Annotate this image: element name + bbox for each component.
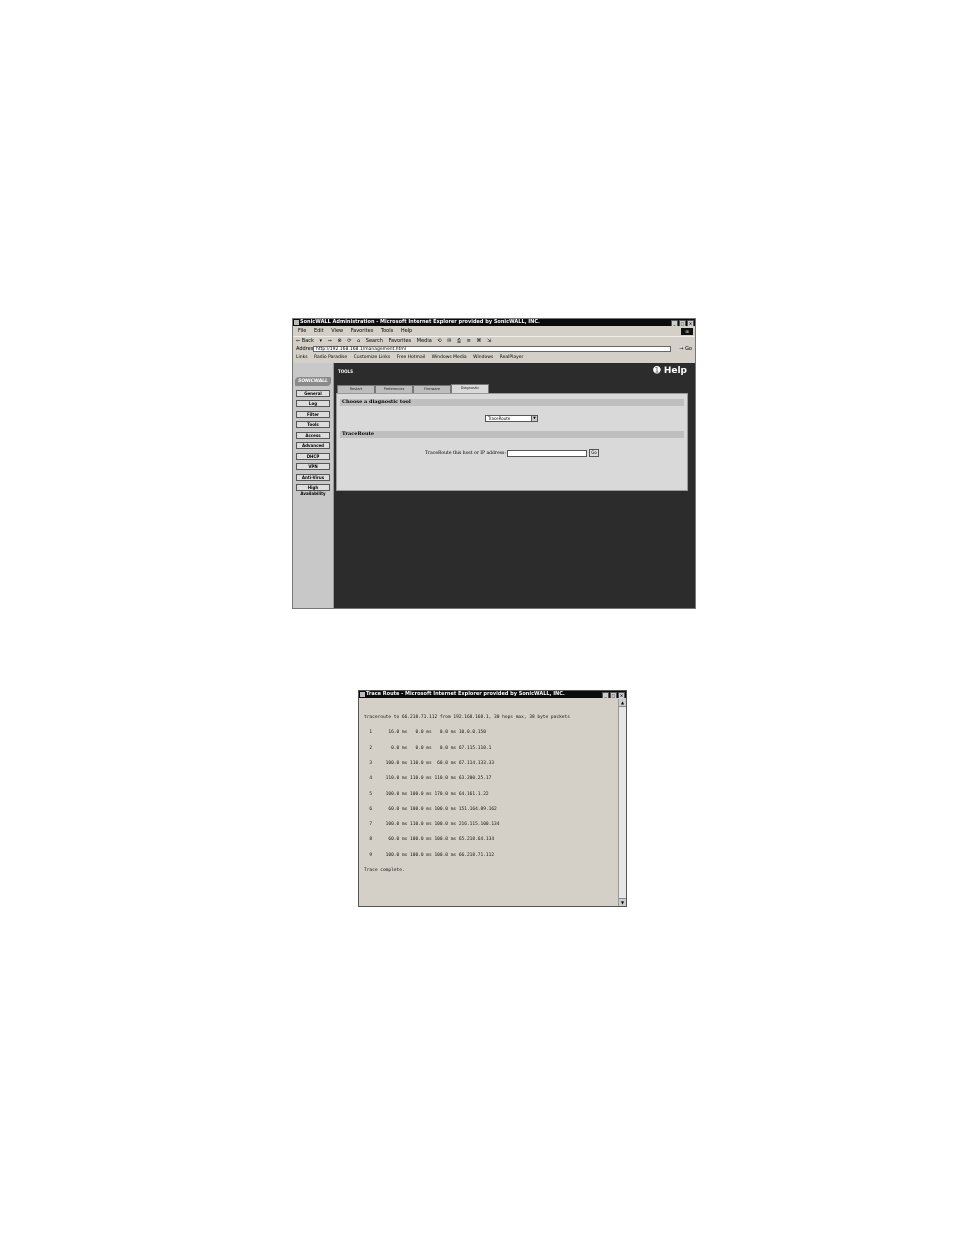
tab-preferences[interactable]: Preferences [375,385,413,393]
address-go-button[interactable]: → Go [679,345,692,354]
sidebar-item-general[interactable]: General [296,390,330,397]
minimize-icon[interactable]: _ [602,692,609,698]
output-line: 4 110.0 ms 110.0 ms 110.0 ms 63.200.25.1… [364,776,492,782]
host-input[interactable] [507,450,587,457]
menu-tools[interactable]: Tools [381,328,393,334]
tab-firmware[interactable]: Firmware [413,385,451,393]
output-line: traceroute to 66.218.71.112 from 192.168… [364,715,570,721]
output-line: 1 16.0 ms 0.0 ms 0.0 ms 10.0.0.150 [364,730,486,736]
output-line: Trace complete. [364,868,405,873]
link-free-hotmail[interactable]: Free Hotmail [397,355,426,360]
window-title-bar: SonicWALL Administration - Microsoft Int… [293,319,695,326]
diagnostic-tool-select[interactable]: TraceRoute ▼ [485,415,538,422]
help-label: Help [663,366,687,376]
page-title: TOOLS [338,369,353,374]
menu-view[interactable]: View [331,328,343,334]
print-icon[interactable]: ⎙ [457,338,461,344]
sidebar-item-anti-virus[interactable]: Anti-Virus [296,474,330,481]
menu-file[interactable]: File [298,328,306,334]
help-icon: ➊ [653,366,661,376]
messenger-icon[interactable]: ⇲ [487,338,491,344]
sidebar-item-filter[interactable]: Filter [296,411,330,418]
sidebar-item-dhcp[interactable]: DHCP [296,453,330,460]
link-radio-paradise[interactable]: Radio Paradise [314,355,347,360]
address-bar: Address http://192.168.168.1/management.… [293,345,695,354]
sidebar-item-vpn[interactable]: VPN [296,463,330,470]
windows-logo-icon: ⊞ [681,328,693,335]
stop-icon[interactable]: ⊗ [337,338,341,344]
selected-tool: TraceRoute [488,416,511,421]
link-windows-media[interactable]: Windows Media [432,355,467,360]
popup-title: Trace Route - Microsoft Internet Explore… [366,691,565,697]
output-line: 7 100.0 ms 110.0 ms 100.0 ms 216.115.100… [364,822,500,828]
admin-browser-window: SonicWALL Administration - Microsoft Int… [292,318,696,609]
maximize-icon[interactable]: □ [679,320,686,326]
help-link[interactable]: ➊ Help [653,366,687,376]
scroll-down-icon[interactable]: ▼ [619,898,626,906]
output-line: 9 100.0 ms 100.0 ms 100.0 ms 66.218.71.1… [364,852,495,858]
sidebar-item-high-availability[interactable]: High Availability [296,484,330,496]
refresh-icon[interactable]: ⟳ [347,338,351,344]
close-icon[interactable]: × [687,320,694,326]
sonicwall-logo: SONICWALL [295,377,331,386]
close-icon[interactable]: × [618,692,625,698]
link-realplayer[interactable]: RealPlayer [500,355,524,360]
tab-restart[interactable]: Restart [337,385,375,393]
window-title: SonicWALL Administration - Microsoft Int… [300,319,540,325]
diagnostic-panel: Choose a diagnostic tool TraceRoute ▼ Tr… [336,393,688,491]
traceroute-output: traceroute to 66.218.71.112 from 192.168… [364,705,616,883]
address-input[interactable]: http://192.168.168.1/management.html [313,346,671,352]
minimize-icon[interactable]: _ [671,320,678,326]
maximize-icon[interactable]: □ [610,692,617,698]
address-go-label: Go [685,346,692,352]
links-label: Links [296,355,308,360]
menu-help[interactable]: Help [401,328,412,334]
home-icon[interactable]: ⌂ [357,338,360,344]
vertical-scrollbar[interactable]: ▲ ▼ [618,699,626,906]
back-button[interactable]: ⇐ Back [296,338,314,344]
traceroute-window: Trace Route - Microsoft Internet Explore… [358,690,627,907]
output-line: 8 60.0 ms 100.0 ms 100.0 ms 65.218.64.13… [364,837,495,843]
forward-button[interactable]: ⇒ [328,338,332,344]
mail-icon[interactable]: ✉ [447,338,451,344]
ie-icon [294,320,299,325]
popup-title-bar: Trace Route - Microsoft Internet Explore… [359,691,626,698]
traceroute-prompt: TraceRoute this host or IP address: [425,451,506,456]
link-windows[interactable]: Windows [473,355,493,360]
search-button[interactable]: Search [366,338,383,344]
sidebar-item-advanced[interactable]: Advanced [296,442,330,449]
choose-tool-heading: Choose a diagnostic tool [340,399,684,406]
back-dropdown-icon[interactable]: ▾ [320,338,323,344]
sidebar-item-tools[interactable]: Tools [296,421,330,428]
favorites-button[interactable]: Favorites [389,338,412,344]
ie-icon [360,692,365,697]
media-button[interactable]: Media [417,338,432,344]
output-line: 2 0.0 ms 0.0 ms 0.0 ms 67.115.110.1 [364,745,492,751]
main-content: TOOLS ➊ Help Restart Preferences Firmwar… [334,363,695,608]
edit-icon[interactable]: ≡ [467,338,471,344]
sidebar-item-access[interactable]: Access [296,432,330,439]
menu-favorites[interactable]: Favorites [351,328,374,334]
discuss-icon[interactable]: ⌘ [476,338,481,344]
history-icon[interactable]: ⟲ [437,338,441,344]
sidebar-item-log[interactable]: Log [296,400,330,407]
sidebar: SONICWALL General Log Filter Tools Acces… [293,363,334,608]
output-line: 3 100.0 ms 110.0 ms 60.0 ms 67.114.133.3… [364,761,495,767]
links-bar: Links Radio Paradise Customize Links Fre… [293,354,695,362]
menu-edit[interactable]: Edit [314,328,324,334]
tab-diagnostic[interactable]: Diagnostic [451,384,489,393]
menu-bar: File Edit View Favorites Tools Help [293,327,695,335]
traceroute-heading: TraceRoute [340,431,684,438]
scroll-up-icon[interactable]: ▲ [619,699,626,707]
go-button[interactable]: Go [589,449,599,457]
chevron-down-icon: ▼ [531,416,537,421]
link-customize-links[interactable]: Customize Links [354,355,391,360]
output-line: 5 100.0 ms 100.0 ms 170.0 ms 64.161.1.22 [364,791,489,797]
output-line: 6 60.0 ms 100.0 ms 100.0 ms 151.164.89.1… [364,806,497,812]
